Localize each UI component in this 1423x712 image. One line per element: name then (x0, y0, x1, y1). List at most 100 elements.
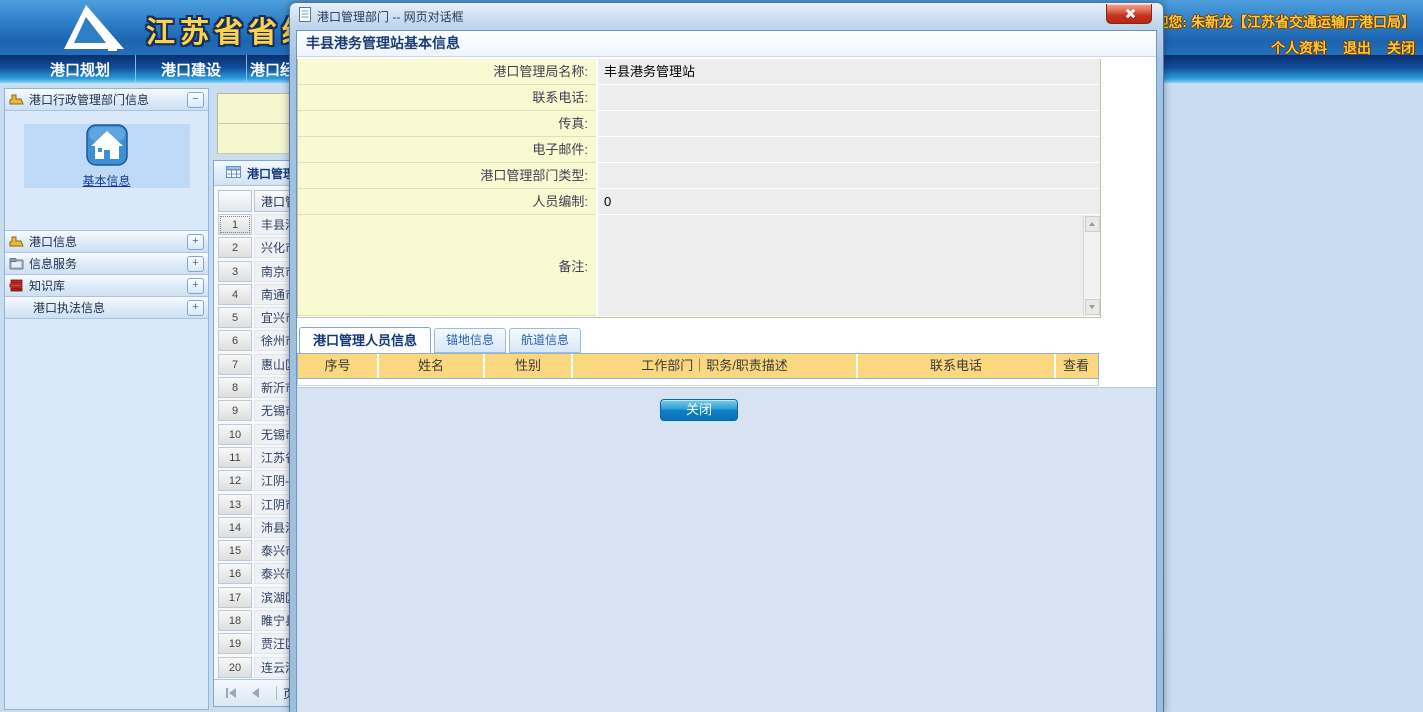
row-number-cell: 6 (218, 330, 252, 351)
first-page-icon[interactable] (222, 685, 240, 701)
field-label: 电子邮件: (298, 137, 596, 163)
dialog-content: 丰县港务管理站基本信息 港口管理局名称: 丰县港务管理站 联系电话: (296, 30, 1157, 712)
expand-toggle-icon[interactable]: + (187, 256, 204, 272)
row-number-cell: 13 (218, 494, 252, 515)
empty-table-body (297, 379, 1099, 386)
expand-toggle-icon[interactable]: + (187, 278, 204, 294)
personnel-table-header: 序号 姓名 性别 工作部门｜职务/职责描述 联系电话 查看 (297, 353, 1099, 379)
sidebar-panel-label: 知识库 (29, 277, 65, 294)
sidebar-panel-label: 港口信息 (29, 233, 77, 250)
row-number-cell: 9 (218, 400, 252, 421)
sidebar-collapsed-panels: 港口信息 + 信息服务 + (5, 231, 208, 319)
logout-link[interactable]: 退出 (1343, 40, 1371, 56)
row-number-cell: 18 (218, 610, 252, 631)
field-label: 联系电话: (298, 85, 596, 111)
remark-scrollbar[interactable] (1083, 215, 1100, 316)
field-label: 港口管理局名称: (298, 59, 596, 85)
row-number-cell: 20 (218, 657, 252, 678)
row-number-cell: 17 (218, 587, 252, 608)
port-icon (9, 235, 24, 248)
expand-toggle-icon[interactable]: + (187, 234, 204, 250)
folder-icon (9, 257, 24, 270)
field-value: 0 (596, 189, 1100, 215)
table-grid-icon (226, 166, 241, 181)
section-title: 丰县港务管理站基本信息 (297, 31, 1156, 57)
expand-toggle-icon[interactable]: + (187, 300, 204, 316)
dialog-close-button[interactable] (1106, 4, 1152, 24)
dialog-title: 港口管理部门 -- 网页对话框 (317, 8, 464, 25)
logo-icon (34, 3, 130, 58)
field-label: 传真: (298, 111, 596, 137)
profile-link[interactable]: 个人资料 (1271, 40, 1327, 56)
basic-info-label: 基本信息 (82, 172, 130, 189)
table-column-header: 序号 (298, 354, 377, 378)
nav-tab[interactable]: 港口建设 (136, 55, 247, 83)
list-panel-title: 港口管理 (247, 165, 295, 182)
row-number-cell: 3 (218, 261, 252, 282)
sidebar-panel[interactable]: 信息服务 + (5, 253, 208, 275)
row-number-cell: 12 (218, 470, 252, 491)
form-field-row: 电子邮件: (298, 137, 1100, 163)
row-number-cell: 11 (218, 447, 252, 468)
form-field-row: 联系电话: (298, 85, 1100, 111)
pager-divider (276, 686, 277, 700)
field-value (596, 215, 1100, 317)
field-label: 港口管理部门类型: (298, 163, 596, 189)
table-column-header: 联系电话 (856, 354, 1054, 378)
home-icon (86, 124, 128, 171)
row-number-cell: 16 (218, 563, 252, 584)
dialog-tab[interactable]: 锚地信息 (434, 328, 506, 353)
field-value-text: 0 (604, 194, 611, 209)
close-button[interactable]: 关闭 (660, 399, 738, 421)
sidebar-panel[interactable]: 港口信息 + (5, 231, 208, 253)
sidebar-panel-label: 港口执法信息 (33, 299, 105, 316)
row-number-cell: 5 (218, 307, 252, 328)
close-link[interactable]: 关闭 (1387, 40, 1415, 56)
row-number-cell: 10 (218, 424, 252, 445)
collapse-toggle-icon[interactable]: − (187, 92, 204, 108)
form-field-row: 备注: (298, 215, 1100, 317)
dialog-tabs: 港口管理人员信息 锚地信息 航道信息 (299, 327, 1156, 353)
table-column-header: 工作部门｜职务/职责描述 (571, 354, 856, 378)
sidebar-item-basic-info[interactable]: 基本信息 (24, 124, 190, 188)
books-icon (9, 279, 24, 292)
welcome-text: 欢迎您: 朱新龙【江苏省交通运输厅港口局】 (1140, 12, 1415, 32)
dialog-tab[interactable]: 港口管理人员信息 (299, 327, 431, 353)
basic-info-form: 港口管理局名称: 丰县港务管理站 联系电话: (297, 59, 1101, 318)
form-field-row: 港口管理局名称: 丰县港务管理站 (298, 59, 1100, 85)
field-label: 备注: (298, 215, 596, 316)
table-column-header: 姓名 (377, 354, 483, 378)
row-number-cell: 1 (218, 214, 252, 235)
scroll-up-icon[interactable] (1085, 216, 1100, 232)
port-dept-dialog: 港口管理部门 -- 网页对话框 丰县港务管理站基本信息 港口管理局名称: 丰县港… (289, 2, 1164, 712)
prev-page-icon[interactable] (246, 685, 264, 701)
field-label: 人员编制: (298, 189, 596, 215)
port-icon (9, 93, 24, 106)
sidebar-panel[interactable]: 知识库 + (5, 275, 208, 297)
close-x-icon (1124, 8, 1135, 19)
row-number-cell: 8 (218, 377, 252, 398)
field-value-text: 丰县港务管理站 (604, 64, 695, 79)
form-field-row: 传真: (298, 111, 1100, 137)
table-column-header: 查看 (1054, 354, 1096, 378)
row-number-cell: 7 (218, 354, 252, 375)
sidebar: 港口行政管理部门信息 − 基本信息 (4, 88, 209, 710)
sidebar-panel-label: 信息服务 (29, 255, 77, 272)
dialog-lower-area: 关闭 (297, 387, 1156, 712)
field-value (596, 111, 1100, 137)
scroll-down-icon[interactable] (1085, 299, 1100, 315)
row-number-cell: 15 (218, 540, 252, 561)
sidebar-panel[interactable]: 港口执法信息 + (5, 297, 208, 319)
nav-tab[interactable]: 港口规划 (25, 55, 136, 83)
row-number-cell: 4 (218, 284, 252, 305)
form-field-row: 人员编制: 0 (298, 189, 1100, 215)
table-column-header: 性别 (483, 354, 571, 378)
field-value (596, 85, 1100, 111)
row-number-column-header (218, 190, 252, 212)
row-number-cell: 14 (218, 517, 252, 538)
field-value: 丰县港务管理站 (596, 59, 1100, 85)
document-icon (299, 7, 311, 25)
row-number-cell: 19 (218, 633, 252, 654)
sidebar-panel-port-admin-dept[interactable]: 港口行政管理部门信息 − (5, 89, 208, 111)
dialog-tab[interactable]: 航道信息 (509, 328, 581, 353)
